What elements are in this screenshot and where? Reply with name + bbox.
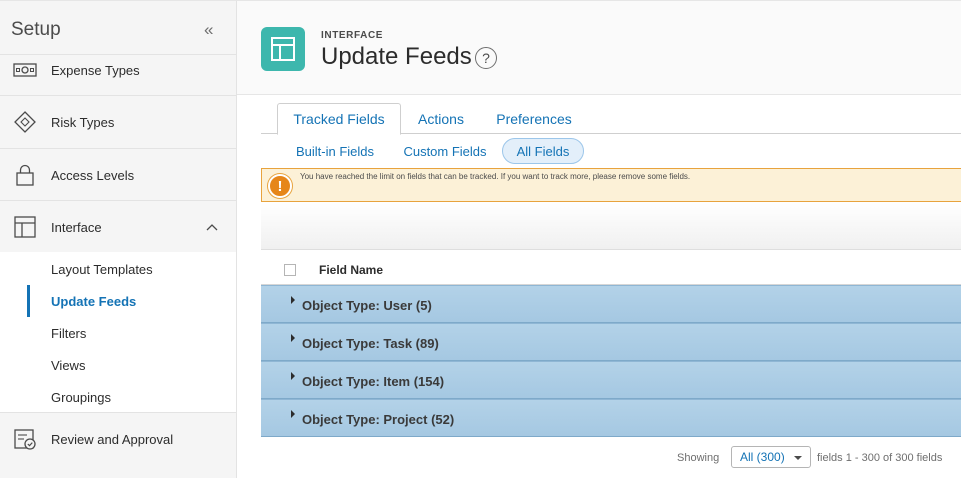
subtab-built-in-fields[interactable]: Built-in Fields [287, 138, 383, 164]
sidebar-subitem-layout-templates[interactable]: Layout Templates [51, 262, 153, 277]
expand-arrow-icon[interactable] [291, 372, 295, 380]
sidebar: Setup « Expense Types Risk Types Access … [0, 0, 237, 478]
tab-bar: Tracked Fields Actions Preferences [261, 103, 961, 135]
sidebar-subitem-groupings[interactable]: Groupings [51, 390, 111, 405]
layout-icon [13, 215, 37, 239]
divider [0, 200, 236, 201]
sidebar-subitem-filters[interactable]: Filters [51, 326, 86, 341]
sidebar-item-label: Expense Types [51, 62, 140, 78]
tab-preferences[interactable]: Preferences [485, 103, 583, 134]
subtab-all-fields[interactable]: All Fields [502, 138, 584, 164]
sidebar-item-label: Interface [51, 219, 102, 235]
group-label: Object Type: Project (52) [302, 412, 455, 427]
group-row[interactable]: Object Type: Item (154) [261, 361, 961, 399]
sidebar-item-label: Risk Types [51, 114, 115, 130]
chevron-down-icon [794, 456, 802, 460]
group-label: Object Type: User (5) [302, 298, 432, 313]
divider [0, 95, 236, 96]
help-icon[interactable]: ? [475, 47, 497, 69]
expand-arrow-icon[interactable] [291, 334, 295, 342]
lock-icon [13, 163, 37, 187]
pagination-footer: Showing All (300) fields 1 - 300 of 300 … [237, 444, 961, 478]
main-panel: INTERFACE Update Feeds ? Tracked Fields … [237, 0, 961, 478]
tab-actions[interactable]: Actions [407, 103, 475, 134]
sidebar-item-interface[interactable]: Interface [0, 212, 236, 242]
warning-icon: ! [268, 174, 292, 198]
group-label: Object Type: Item (154) [302, 374, 445, 389]
grid-header: Field Name [261, 251, 961, 285]
tab-tracked-fields[interactable]: Tracked Fields [277, 103, 401, 135]
collapse-sidebar-icon[interactable]: « [204, 20, 213, 40]
sidebar-item-review-and-approval[interactable]: Review and Approval [0, 424, 236, 454]
expand-arrow-icon[interactable] [291, 296, 295, 304]
risk-icon [13, 110, 37, 134]
chevron-up-icon[interactable] [206, 218, 218, 236]
page-size-value: All (300) [740, 450, 785, 464]
column-header-field-name[interactable]: Field Name [319, 263, 383, 277]
page-header: INTERFACE Update Feeds ? [237, 1, 961, 95]
sidebar-item-risk-types[interactable]: Risk Types [0, 107, 236, 137]
range-label: fields 1 - 300 of 300 fields [817, 452, 943, 464]
expense-icon [13, 58, 37, 82]
page-eyebrow: INTERFACE [321, 30, 384, 41]
grid-toolbar [261, 203, 961, 250]
sidebar-subitem-views[interactable]: Views [51, 358, 85, 373]
sidebar-subitem-update-feeds[interactable]: Update Feeds [51, 294, 136, 309]
select-all-checkbox[interactable] [284, 264, 296, 276]
active-indicator [27, 285, 30, 317]
subtab-custom-fields[interactable]: Custom Fields [395, 138, 495, 164]
sidebar-item-access-levels[interactable]: Access Levels [0, 160, 236, 190]
sidebar-item-label: Access Levels [51, 167, 135, 183]
expand-arrow-icon[interactable] [291, 410, 295, 418]
group-row[interactable]: Object Type: User (5) [261, 285, 961, 323]
warning-text: You have reached the limit on fields tha… [300, 172, 691, 181]
group-row[interactable]: Object Type: Project (52) [261, 399, 961, 437]
page-title: Update Feeds [321, 43, 472, 70]
group-row[interactable]: Object Type: Task (89) [261, 323, 961, 361]
group-label: Object Type: Task (89) [302, 336, 439, 351]
page-size-select[interactable]: All (300) [731, 446, 811, 468]
sidebar-header: Setup « [0, 1, 236, 55]
sidebar-item-expense-types[interactable]: Expense Types [0, 55, 236, 85]
layout-app-icon [261, 27, 305, 71]
subtab-bar: Built-in Fields Custom Fields All Fields [261, 136, 961, 164]
divider [0, 412, 236, 413]
sidebar-item-label: Review and Approval [51, 431, 174, 447]
sidebar-title: Setup [11, 19, 61, 40]
review-icon [13, 427, 37, 451]
showing-label: Showing [677, 452, 720, 464]
divider [0, 148, 236, 149]
warning-banner: ! You have reached the limit on fields t… [261, 168, 961, 202]
